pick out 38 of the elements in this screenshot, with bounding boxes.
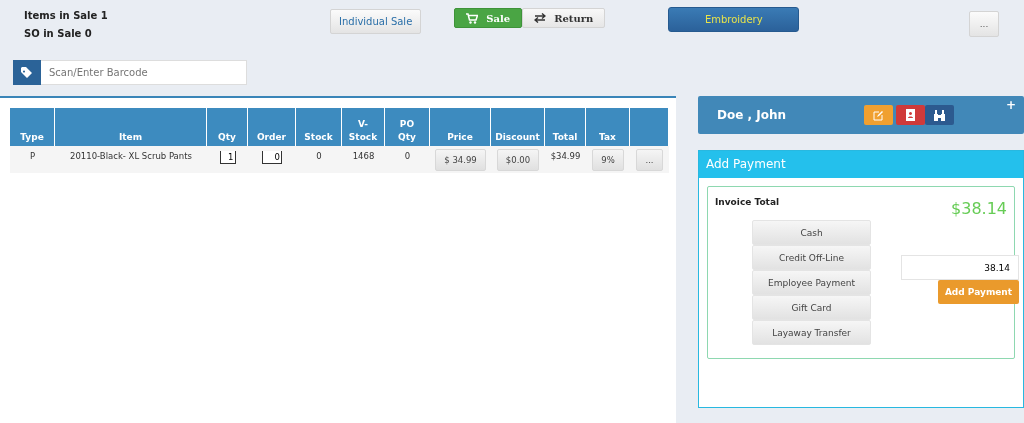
edit-icon bbox=[873, 109, 884, 121]
price-button[interactable]: $ 34.99 bbox=[435, 149, 486, 171]
invoice-total-amount: $38.14 bbox=[951, 199, 1007, 218]
binoculars-icon bbox=[933, 109, 946, 121]
discount-button[interactable]: $0.00 bbox=[496, 149, 540, 171]
customer-name: Doe , John bbox=[717, 108, 788, 122]
panel-title: Add Payment bbox=[699, 151, 1023, 178]
payment-method-button[interactable]: Cash bbox=[752, 220, 871, 245]
table-cell-text: 20110-Black- XL Scrub Pants bbox=[69, 150, 193, 163]
table-cell-text: 0 bbox=[315, 150, 323, 163]
tags-icon bbox=[13, 60, 41, 85]
cart-icon bbox=[466, 12, 479, 24]
payment-method-button[interactable]: Credit Off-Line bbox=[752, 245, 871, 270]
table-cell-text: P bbox=[28, 150, 37, 163]
sale-summary-text: Items in Sale 1 bbox=[24, 9, 109, 23]
embroidery-button[interactable]: Embroidery bbox=[668, 7, 800, 32]
order-field[interactable]: 0 bbox=[262, 151, 282, 164]
payment-method-button[interactable]: Layaway Transfer bbox=[752, 320, 871, 345]
payment-method-button[interactable]: Employee Payment bbox=[752, 270, 871, 295]
contact-card-icon bbox=[906, 109, 915, 121]
contact-card-button[interactable] bbox=[896, 105, 925, 125]
invoice-total-label: Invoice Total bbox=[715, 197, 780, 209]
swap-arrows-icon bbox=[534, 13, 547, 23]
table-cell-text: $34.99 bbox=[549, 150, 582, 163]
qty-field[interactable]: 1 bbox=[219, 151, 236, 164]
barcode-field[interactable]: Scan/Enter Barcode bbox=[41, 60, 247, 85]
individual-sale-button[interactable]: Individual Sale bbox=[330, 9, 422, 34]
sale-summary-text: SO in Sale 0 bbox=[24, 27, 93, 41]
payment-method-button[interactable]: Gift Card bbox=[752, 295, 871, 320]
add-button[interactable]: + bbox=[1005, 98, 1016, 112]
return-button[interactable]: Return bbox=[522, 8, 606, 28]
amount-field[interactable]: 38.14 bbox=[901, 255, 1019, 280]
more-button[interactable]: ... bbox=[969, 11, 999, 37]
table-cell-text: 1468 bbox=[351, 150, 376, 163]
row-more-button[interactable]: ... bbox=[636, 149, 663, 171]
tax-button[interactable]: 9% bbox=[592, 149, 624, 171]
search-customer-button[interactable] bbox=[925, 105, 954, 125]
table-cell-text: 0 bbox=[403, 150, 412, 163]
